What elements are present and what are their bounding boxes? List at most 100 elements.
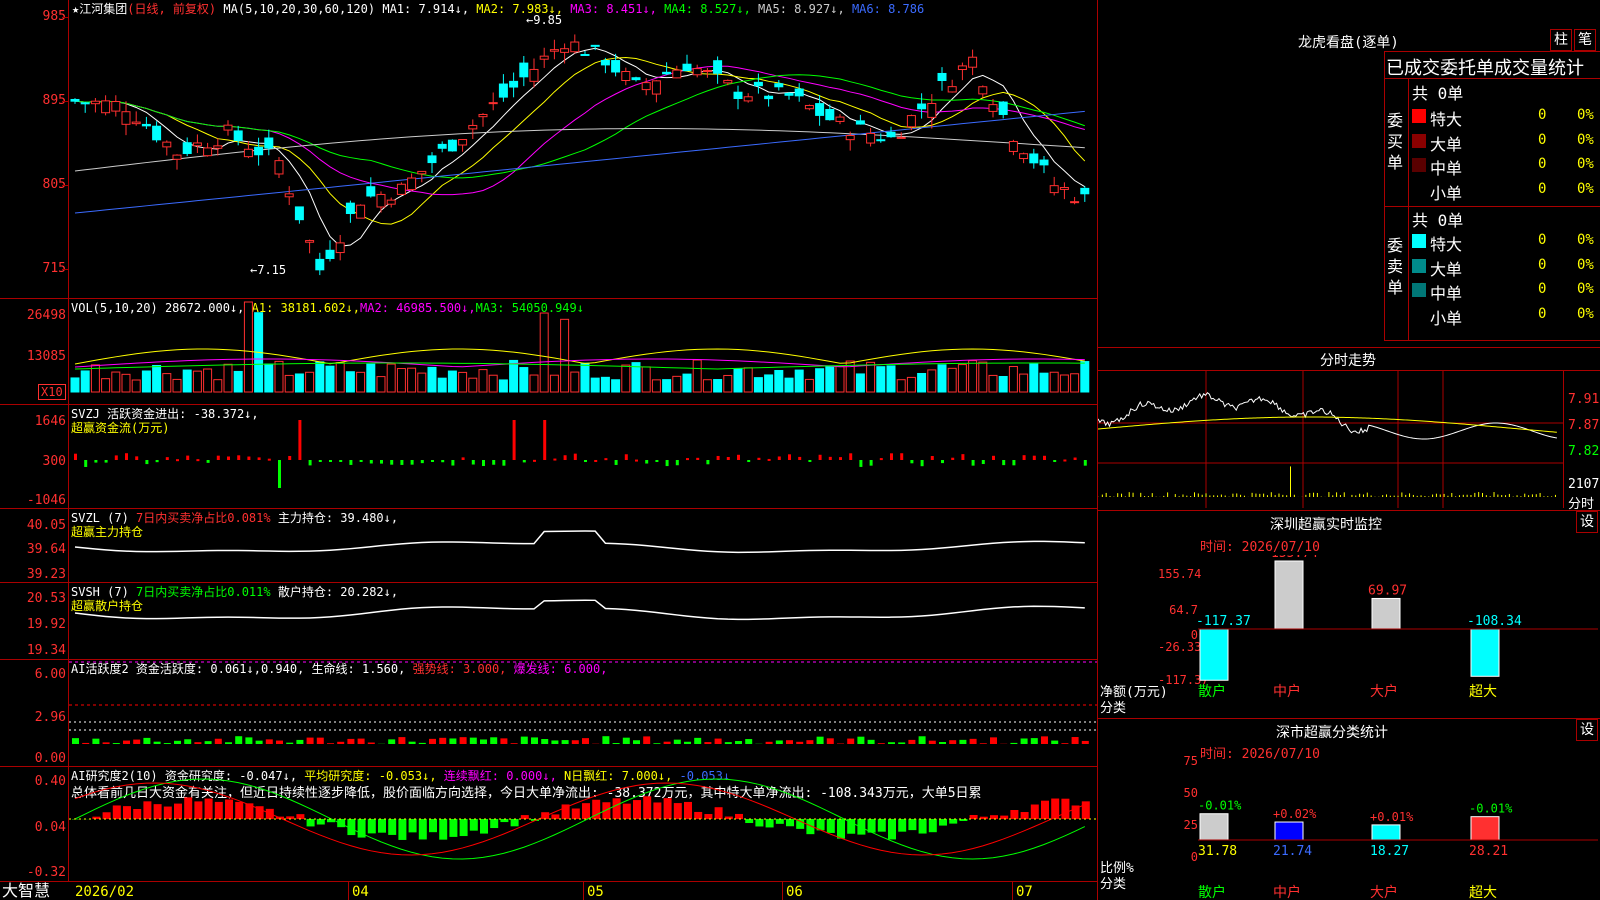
candle-body (917, 103, 927, 110)
volume-bar (80, 370, 90, 393)
candle-body (437, 143, 447, 149)
candle-body (764, 95, 774, 100)
research-bar (194, 801, 203, 819)
volume-bar (437, 377, 447, 393)
intraday-vol-bar (1389, 495, 1391, 497)
candle-body (896, 136, 906, 139)
main-chart-area[interactable]: ★江河集团(日线, 前复权) MA(5,10,20,30,60,120) MA1… (0, 0, 1098, 900)
class-value-label: 28.21 (1469, 844, 1508, 859)
fund-flow-bar (869, 460, 873, 466)
candle-body (274, 160, 284, 175)
volume-bar (611, 379, 621, 393)
volume-bar (294, 373, 304, 393)
fund-flow-bar (125, 453, 128, 460)
fund-flow-bar (237, 455, 241, 460)
activity-bar (306, 737, 314, 744)
tick-mode-button[interactable]: 笔 (1574, 29, 1596, 51)
activity-bar (673, 739, 681, 744)
activity-bar (786, 740, 793, 744)
candle-body (866, 132, 876, 144)
monitor-bar (1371, 597, 1401, 630)
intraday-vol-bar (1420, 495, 1422, 497)
activity-bar (990, 737, 997, 744)
color-swatch (1412, 307, 1426, 322)
row-percent: 0% (1577, 305, 1594, 322)
intraday-chart[interactable] (1098, 371, 1563, 508)
class-bar-chart[interactable]: -0.01% 31.78 +0.02% 21.74 +0.01% 18.27 -0.01% 2… (1198, 760, 1598, 900)
activity-bar (265, 739, 273, 744)
candle-body (315, 258, 325, 271)
monitor-bar-chart[interactable]: -117.37 155.74 69.97 -108.34 散户 中户 大户 超大 (1198, 555, 1598, 715)
bar-mode-button[interactable]: 柱 (1550, 29, 1572, 51)
intraday-vol-bar (1508, 493, 1510, 497)
candle-body (243, 148, 253, 158)
activity-bar (612, 743, 620, 744)
x-divider (1012, 882, 1013, 900)
volume-bar (682, 373, 692, 393)
candlestick-chart[interactable] (69, 0, 1097, 298)
volume-bar (743, 367, 753, 393)
candle-body (396, 183, 406, 195)
class-category-label: 大户 (1370, 884, 1398, 900)
volume-bar (1039, 372, 1049, 393)
fund-flow-bar (1012, 460, 1016, 466)
row-count: 0 (1538, 256, 1547, 273)
monitor-bar (1199, 628, 1229, 681)
candle-body (1029, 153, 1039, 164)
fund-flow-bar (1063, 459, 1067, 462)
candle-body (835, 116, 845, 122)
intraday-vol-bar (1439, 494, 1441, 497)
intraday-vol-bar (1117, 493, 1119, 497)
research-bar (939, 819, 947, 826)
activity-bar (286, 742, 294, 744)
color-swatch (1412, 258, 1426, 273)
ai1-chart[interactable] (69, 660, 1097, 766)
candle-body (794, 88, 804, 97)
candle-body (325, 249, 335, 259)
volume-bar (896, 379, 906, 393)
candle-body (172, 154, 182, 160)
research-bar (612, 798, 621, 819)
research-bar (490, 819, 499, 829)
candle-body (1080, 187, 1090, 195)
fund-flow-bar (951, 457, 955, 460)
svzl-chart[interactable] (69, 509, 1097, 582)
fund-flow-bar (981, 460, 985, 465)
volume-bar (1029, 363, 1039, 393)
intraday-vol-bar (1224, 495, 1226, 497)
volume-bar (223, 363, 233, 393)
intraday-vol-bar (1290, 466, 1291, 497)
fund-flow-bar (594, 459, 598, 462)
svsh-chart[interactable] (69, 583, 1097, 659)
fund-flow-bar (359, 460, 363, 462)
low-annotation: ←7.15 (250, 263, 287, 277)
research-bar (877, 819, 886, 832)
volume-chart[interactable] (69, 299, 1097, 404)
activity-bar (571, 740, 579, 744)
activity-bar (184, 739, 192, 744)
sell-row: 大单 0 0% (1410, 254, 1600, 279)
monitor-settings-button[interactable]: 设 (1576, 511, 1598, 533)
ma-1-line (74, 47, 1086, 247)
volume-bar (651, 379, 661, 393)
color-swatch (1412, 133, 1426, 148)
fund-flow-bar (961, 454, 965, 460)
candle-body (1049, 185, 1059, 194)
svzj-chart[interactable] (69, 405, 1097, 508)
volume-bar (539, 312, 549, 393)
candle-body (733, 91, 743, 99)
svzj-tick: 300 (42, 454, 66, 469)
activity-bar (796, 741, 804, 744)
research-bar (918, 819, 927, 834)
volume-bar (692, 359, 702, 393)
research-bar (459, 819, 468, 837)
fund-flow-bar (1043, 455, 1046, 460)
intraday-vol-bar (1220, 494, 1222, 497)
row-count: 0 (1538, 305, 1547, 322)
volume-bar (192, 370, 202, 393)
class-settings-button[interactable]: 设 (1576, 719, 1598, 741)
ai2-chart[interactable] (69, 767, 1097, 881)
volume-bar (713, 379, 723, 393)
class-bar (1470, 816, 1500, 841)
sell-orders-label: 委卖单 (1386, 236, 1403, 297)
